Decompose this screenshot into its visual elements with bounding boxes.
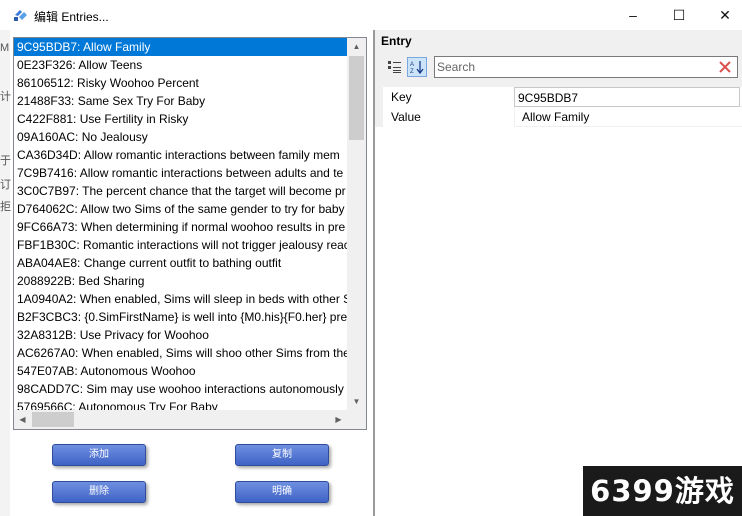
- svg-text:A: A: [410, 62, 414, 68]
- horizontal-scroll-thumb[interactable]: [32, 412, 74, 427]
- categorized-view-icon[interactable]: [385, 57, 405, 77]
- horizontal-scrollbar[interactable]: ◀ ▶: [14, 410, 347, 429]
- window-title: 编辑 Entries...: [34, 10, 109, 24]
- close-button[interactable]: ✕: [702, 0, 742, 30]
- background-window-strip: M 计 于 订 拒: [0, 30, 11, 516]
- list-item[interactable]: FBF1B30C: Romantic interactions will not…: [14, 236, 347, 254]
- entries-listbox[interactable]: 9C95BDB7: Allow Family 0E23F326: Allow Te…: [13, 37, 367, 430]
- property-row-key[interactable]: Key 9C95BDB7: [375, 87, 742, 107]
- scroll-down-icon[interactable]: ▼: [347, 393, 366, 410]
- list-item[interactable]: 32A8312B: Use Privacy for Woohoo: [14, 326, 347, 344]
- ok-button[interactable]: 明确: [235, 481, 329, 503]
- row-gutter: [375, 107, 383, 127]
- entry-panel: Entry A Z Key 9C95BDB7: [375, 30, 742, 516]
- property-value-field[interactable]: Allow Family: [518, 107, 742, 127]
- list-item[interactable]: B2F3CBC3: {0.SimFirstName} is well into …: [14, 308, 347, 326]
- list-item[interactable]: 2088922B: Bed Sharing: [14, 272, 347, 290]
- maximize-button[interactable]: ☐: [656, 0, 702, 30]
- list-item[interactable]: 547E07AB: Autonomous Woohoo: [14, 362, 347, 380]
- entries-list: 9C95BDB7: Allow Family 0E23F326: Allow Te…: [14, 38, 347, 410]
- row-gutter: [375, 87, 383, 107]
- vertical-scroll-thumb[interactable]: [349, 56, 364, 140]
- list-item[interactable]: 7C9B7416: Allow romantic interactions be…: [14, 164, 347, 182]
- scroll-left-icon[interactable]: ◀: [14, 410, 31, 429]
- strip-glyph: M: [0, 42, 10, 54]
- list-item[interactable]: 9FC66A73: When determining if normal woo…: [14, 218, 347, 236]
- property-row-value[interactable]: Value Allow Family: [375, 107, 742, 127]
- search-input[interactable]: [437, 58, 707, 76]
- scroll-up-icon[interactable]: ▲: [347, 38, 366, 55]
- list-item[interactable]: C422F881: Use Fertility in Risky: [14, 110, 347, 128]
- list-item[interactable]: D764062C: Allow two Sims of the same gen…: [14, 200, 347, 218]
- delete-button[interactable]: 删除: [52, 481, 146, 503]
- list-item[interactable]: AC6267A0: When enabled, Sims will shoo o…: [14, 344, 347, 362]
- strip-glyph: 于: [0, 155, 11, 167]
- list-item[interactable]: 3C0C7B97: The percent chance that the ta…: [14, 182, 347, 200]
- watermark-logo: 6399游戏: [583, 466, 742, 516]
- strip-glyph: 拒: [0, 201, 11, 213]
- list-item[interactable]: 21488F33: Same Sex Try For Baby: [14, 92, 347, 110]
- list-item[interactable]: 09A160AC: No Jealousy: [14, 128, 347, 146]
- scroll-right-icon[interactable]: ▶: [330, 410, 347, 429]
- copy-button[interactable]: 复制: [235, 444, 329, 466]
- list-item[interactable]: 98CADD7C: Sim may use woohoo interaction…: [14, 380, 347, 398]
- minimize-button[interactable]: –: [610, 0, 656, 30]
- property-value-field[interactable]: 9C95BDB7: [514, 87, 740, 107]
- list-item[interactable]: 86106512: Risky Woohoo Percent: [14, 74, 347, 92]
- vertical-scrollbar[interactable]: ▲ ▼: [347, 38, 366, 410]
- list-item[interactable]: 1A0940A2: When enabled, Sims will sleep …: [14, 290, 347, 308]
- list-item[interactable]: 5769566C: Autonomous Try For Baby: [14, 398, 347, 410]
- add-button[interactable]: 添加: [52, 444, 146, 466]
- app-icon: [14, 10, 27, 21]
- title-bar: 编辑 Entries... – ☐ ✕: [0, 0, 742, 30]
- list-item[interactable]: ABA04AE8: Change current outfit to bathi…: [14, 254, 347, 272]
- property-name: Key: [383, 87, 515, 107]
- svg-text:Z: Z: [410, 69, 414, 75]
- list-item[interactable]: 0E23F326: Allow Teens: [14, 56, 347, 74]
- strip-glyph: 计: [0, 91, 11, 103]
- property-grid: Key 9C95BDB7 Value Allow Family: [375, 87, 742, 516]
- alphabetical-sort-icon[interactable]: A Z: [407, 57, 427, 77]
- strip-glyph: 订: [0, 179, 11, 191]
- entry-header: Entry: [381, 34, 412, 48]
- property-name: Value: [383, 107, 515, 127]
- clear-search-icon[interactable]: [715, 57, 735, 77]
- scroll-corner: [347, 410, 366, 429]
- list-item[interactable]: 9C95BDB7: Allow Family: [14, 38, 347, 56]
- list-item[interactable]: CA36D34D: Allow romantic interactions be…: [14, 146, 347, 164]
- search-box: [434, 56, 738, 78]
